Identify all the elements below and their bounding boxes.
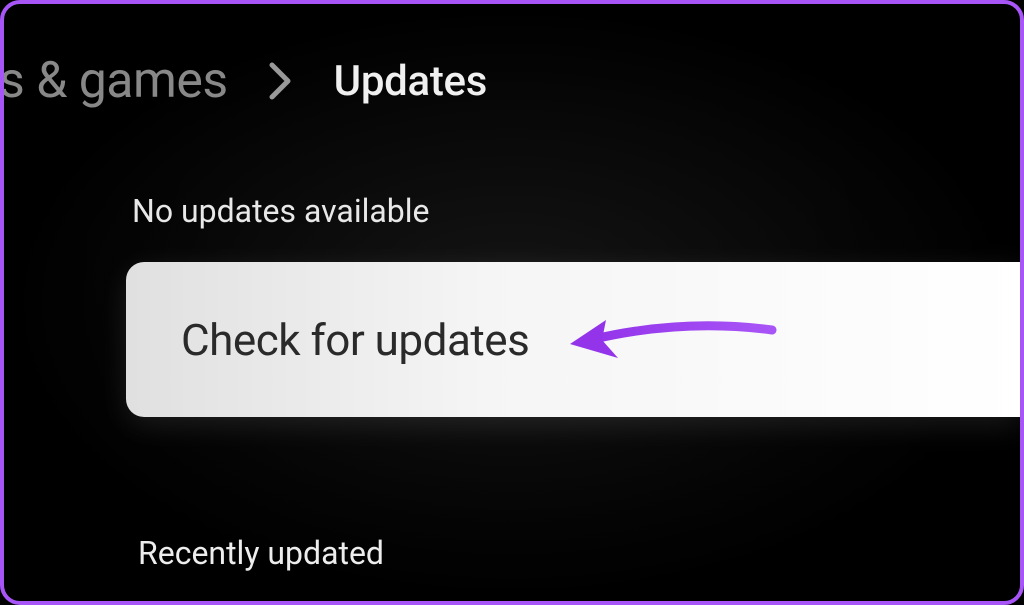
- no-updates-status: No updates available: [132, 192, 430, 230]
- recently-updated-heading: Recently updated: [138, 534, 384, 572]
- screen-container: s & games Updates No updates available C…: [4, 4, 1020, 601]
- breadcrumb-current: Updates: [334, 57, 487, 106]
- check-updates-label: Check for updates: [181, 314, 529, 366]
- breadcrumb-previous[interactable]: s & games: [4, 52, 228, 110]
- breadcrumb: s & games Updates: [4, 52, 487, 110]
- check-for-updates-button[interactable]: Check for updates: [126, 262, 1020, 417]
- chevron-right-icon: [268, 61, 294, 101]
